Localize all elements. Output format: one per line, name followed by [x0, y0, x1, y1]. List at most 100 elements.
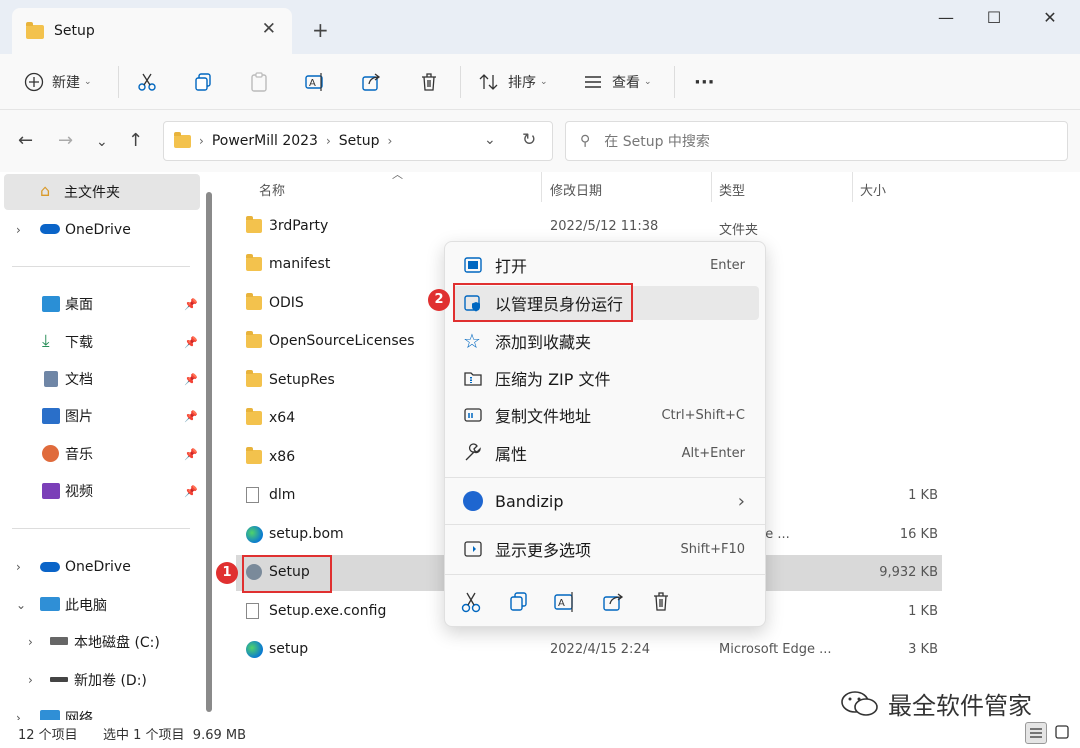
up-arrow-icon[interactable]: ↑ [128, 130, 143, 151]
sidebar-item-downloads[interactable]: ⤓ 下载 📌 [0, 324, 200, 360]
chevron-right-icon: › [387, 134, 393, 148]
divider [852, 172, 853, 202]
folder-icon [246, 447, 262, 464]
file-name: x86 [269, 449, 296, 465]
forward-arrow-icon[interactable]: → [58, 130, 73, 151]
sort-indicator-icon: ︿ [392, 168, 403, 181]
menu-item-shortcut: Enter [710, 257, 745, 273]
address-bar[interactable]: › PowerMill 2023 › Setup › ⌄ ↻ [163, 121, 553, 161]
details-view-button[interactable] [1025, 722, 1047, 744]
pin-icon[interactable]: 📌 [184, 448, 198, 461]
tab-setup[interactable]: Setup ✕ [12, 8, 292, 54]
sidebar-item-videos[interactable]: 视频 📌 [0, 473, 200, 509]
sidebar-item-label: 视频 [65, 484, 93, 500]
sidebar-scrollbar[interactable] [206, 192, 212, 712]
menu-item-more-options[interactable]: 显示更多选项 Shift+F10 [453, 532, 759, 566]
scissors-icon [138, 73, 156, 91]
close-window-button[interactable]: ✕ [1030, 8, 1070, 30]
sidebar-item-pictures[interactable]: 图片 📌 [0, 398, 200, 434]
tiles-view-button[interactable] [1052, 722, 1074, 744]
callout-2: 2 [428, 289, 450, 311]
minimize-button[interactable]: — [926, 8, 966, 30]
sidebar-item-music[interactable]: 音乐 📌 [0, 436, 200, 472]
bandizip-icon [463, 491, 483, 511]
folder-icon [246, 293, 262, 310]
menu-item-copy-path[interactable]: 复制文件地址 Ctrl+Shift+C [453, 398, 759, 432]
more-options-icon [464, 541, 482, 557]
new-button[interactable]: 新建 ⌄ [24, 68, 92, 96]
new-tab-button[interactable]: + [312, 18, 329, 42]
more-button[interactable]: ··· [694, 68, 715, 96]
recent-chevron-icon[interactable]: ⌄ [96, 134, 108, 150]
menu-item-zip[interactable]: 压缩为 ZIP 文件 [453, 361, 759, 395]
share-icon[interactable] [599, 588, 627, 616]
pin-icon[interactable]: 📌 [184, 410, 198, 423]
menu-item-add-favorite[interactable]: ☆ 添加到收藏夹 [453, 324, 759, 358]
menu-item-open[interactable]: 打开 Enter [453, 248, 759, 282]
menu-item-properties[interactable]: 属性 Alt+Enter [453, 436, 759, 470]
highlight-run-as-admin [453, 283, 633, 322]
breadcrumb-powermill[interactable]: PowerMill 2023 [212, 133, 318, 149]
trash-icon[interactable] [647, 588, 675, 616]
cut-icon[interactable] [457, 588, 485, 616]
close-tab-icon[interactable]: ✕ [262, 19, 276, 39]
navigation-pane: ⌂ 主文件夹 › OneDrive 桌面 📌 ⤓ 下载 📌 文档 📌 图片 📌 [0, 172, 216, 727]
pin-icon[interactable]: 📌 [184, 336, 198, 349]
maximize-button[interactable]: ☐ [974, 8, 1014, 30]
file-name: 3rdParty [269, 218, 329, 234]
divider [445, 574, 765, 575]
file-date: 2022/5/12 11:38 [550, 219, 659, 234]
edge-icon [246, 641, 263, 658]
chevron-right-icon: › [325, 134, 331, 148]
pin-icon[interactable]: 📌 [184, 373, 198, 386]
share-button[interactable] [360, 68, 382, 96]
column-size[interactable]: 大小 [860, 180, 886, 199]
sidebar-item-drive-d[interactable]: › 新加卷 (D:) [0, 662, 200, 698]
breadcrumb-setup[interactable]: Setup [339, 133, 380, 149]
sidebar-item-onedrive-2[interactable]: › OneDrive [0, 549, 200, 585]
delete-button[interactable] [418, 68, 440, 96]
column-type[interactable]: 类型 [719, 180, 745, 199]
sidebar-item-documents[interactable]: 文档 📌 [0, 361, 200, 397]
cut-button[interactable] [136, 68, 158, 96]
tiles-view-icon [1055, 725, 1069, 739]
rename-icon[interactable]: A [551, 588, 579, 616]
pin-icon[interactable]: 📌 [184, 298, 198, 311]
chevron-down-icon: ⌄ [540, 77, 548, 87]
sidebar-item-drive-c[interactable]: › 本地磁盘 (C:) [0, 624, 200, 660]
address-dropdown-icon[interactable]: ⌄ [484, 132, 496, 148]
search-box[interactable]: ⚲ 在 Setup 中搜索 [565, 121, 1068, 161]
paste-button[interactable] [248, 68, 270, 96]
view-button[interactable]: 查看 ⌄ [582, 68, 652, 96]
rename-icon: A [305, 73, 323, 91]
chevron-right-icon: › [199, 134, 204, 148]
computer-icon [40, 597, 60, 611]
sort-button[interactable]: 排序 ⌄ [478, 68, 548, 96]
column-name[interactable]: 名称 [259, 180, 285, 199]
copy-button[interactable] [192, 68, 214, 96]
star-icon: ☆ [463, 329, 481, 353]
file-row[interactable]: setup 2022/4/15 2:24 Microsoft Edge ... 3 K… [236, 632, 942, 668]
sidebar-item-this-pc[interactable]: ⌄ 此电脑 [0, 587, 200, 623]
sidebar-item-desktop[interactable]: 桌面 📌 [0, 286, 200, 322]
svg-text:A: A [309, 78, 316, 89]
sidebar-item-home[interactable]: ⌂ 主文件夹 [4, 174, 200, 210]
rename-button[interactable]: A [304, 68, 326, 96]
folder-icon [246, 370, 262, 387]
menu-item-bandizip[interactable]: Bandizip › [453, 484, 759, 518]
file-row[interactable]: 3rdParty 2022/5/12 11:38 文件夹 [236, 209, 942, 245]
pin-icon[interactable]: 📌 [184, 485, 198, 498]
back-arrow-icon[interactable]: ← [18, 130, 33, 151]
sidebar-item-label: 本地磁盘 (C:) [74, 635, 160, 651]
column-date[interactable]: 修改日期 [550, 180, 602, 199]
refresh-icon[interactable]: ↻ [522, 130, 536, 150]
chevron-down-icon: ⌄ [16, 598, 27, 612]
copy-icon[interactable] [505, 588, 533, 616]
sidebar-item-label: 下载 [65, 335, 93, 351]
submenu-chevron-icon: › [737, 490, 745, 512]
menu-item-shortcut: Ctrl+Shift+C [661, 407, 745, 423]
sidebar-item-onedrive[interactable]: › OneDrive [0, 212, 200, 248]
chevron-down-icon: ⌄ [84, 77, 92, 87]
file-name: SetupRes [269, 372, 335, 388]
sidebar-item-label: 音乐 [65, 447, 93, 463]
